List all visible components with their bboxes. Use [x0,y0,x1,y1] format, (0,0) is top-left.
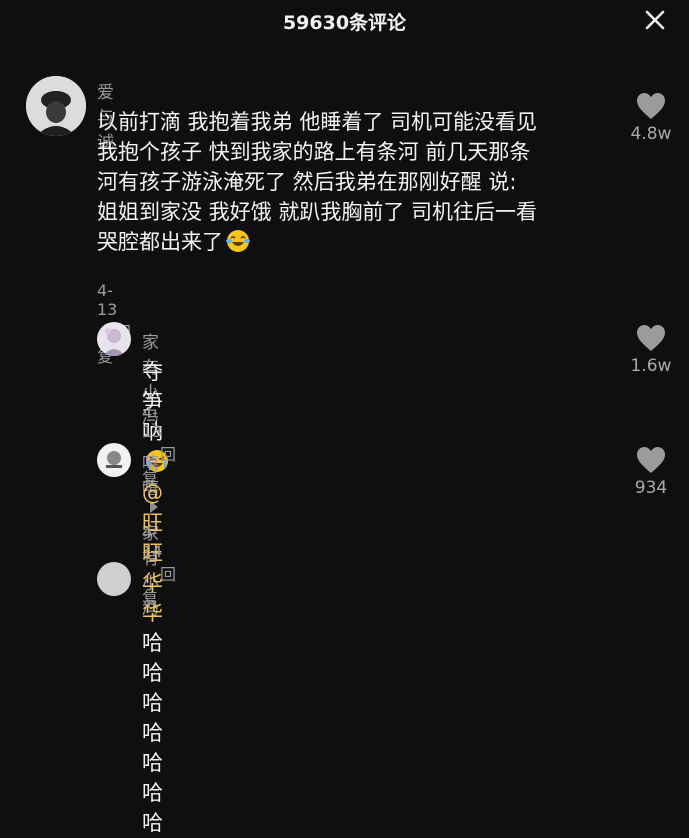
comment-line: 以前打滴 我抱着我弟 他睡着了 司机可能没看见 [97,110,538,134]
like-button[interactable]: 1.6w [621,324,681,376]
comment-line: 姐姐到家没 我好饿 就趴我胸前了 司机往后一看 [97,200,538,224]
comment-date: 4-13 [142,403,163,441]
comments-header: 59630条评论 [0,0,689,40]
avatar-image [97,443,131,477]
comment-text: 以前打滴 我抱着我弟 他睡着了 司机可能没看见 我抱个孩子 快到我家的路上有条河… [97,107,627,257]
laughing-tears-emoji-icon [225,228,251,254]
comment-line: 河有孩子游泳淹死了 然后我弟在那刚好醒 说: [97,170,517,194]
avatar-image [26,76,86,136]
like-count: 934 [634,478,668,498]
comment-meta: 4-14 回复 [142,523,176,609]
like-count: 4.8w [630,124,672,144]
close-icon [645,10,665,30]
like-count: 1.6w [630,356,672,376]
avatar[interactable] [97,322,131,356]
avatar[interactable] [26,76,86,136]
comment-line: 我抱个孩子 快到我家的路上有条河 前几天那条 [97,140,531,164]
comment-line-last: 哭腔都出来了 [97,227,627,257]
like-button[interactable]: 934 [621,446,681,498]
comment-date: 4-14 [142,523,163,561]
heart-icon [637,93,665,119]
reply-button[interactable]: 回复 [142,565,176,608]
close-button[interactable] [643,8,667,32]
heart-icon [637,447,665,473]
like-button[interactable]: 4.8w [621,92,681,144]
comment-date: 4-13 [97,281,118,319]
heart-icon [637,325,665,351]
avatar[interactable] [97,443,131,477]
avatar[interactable] [97,562,131,596]
comments-count-title: 59630条评论 [282,12,407,34]
avatar-image [97,322,131,356]
